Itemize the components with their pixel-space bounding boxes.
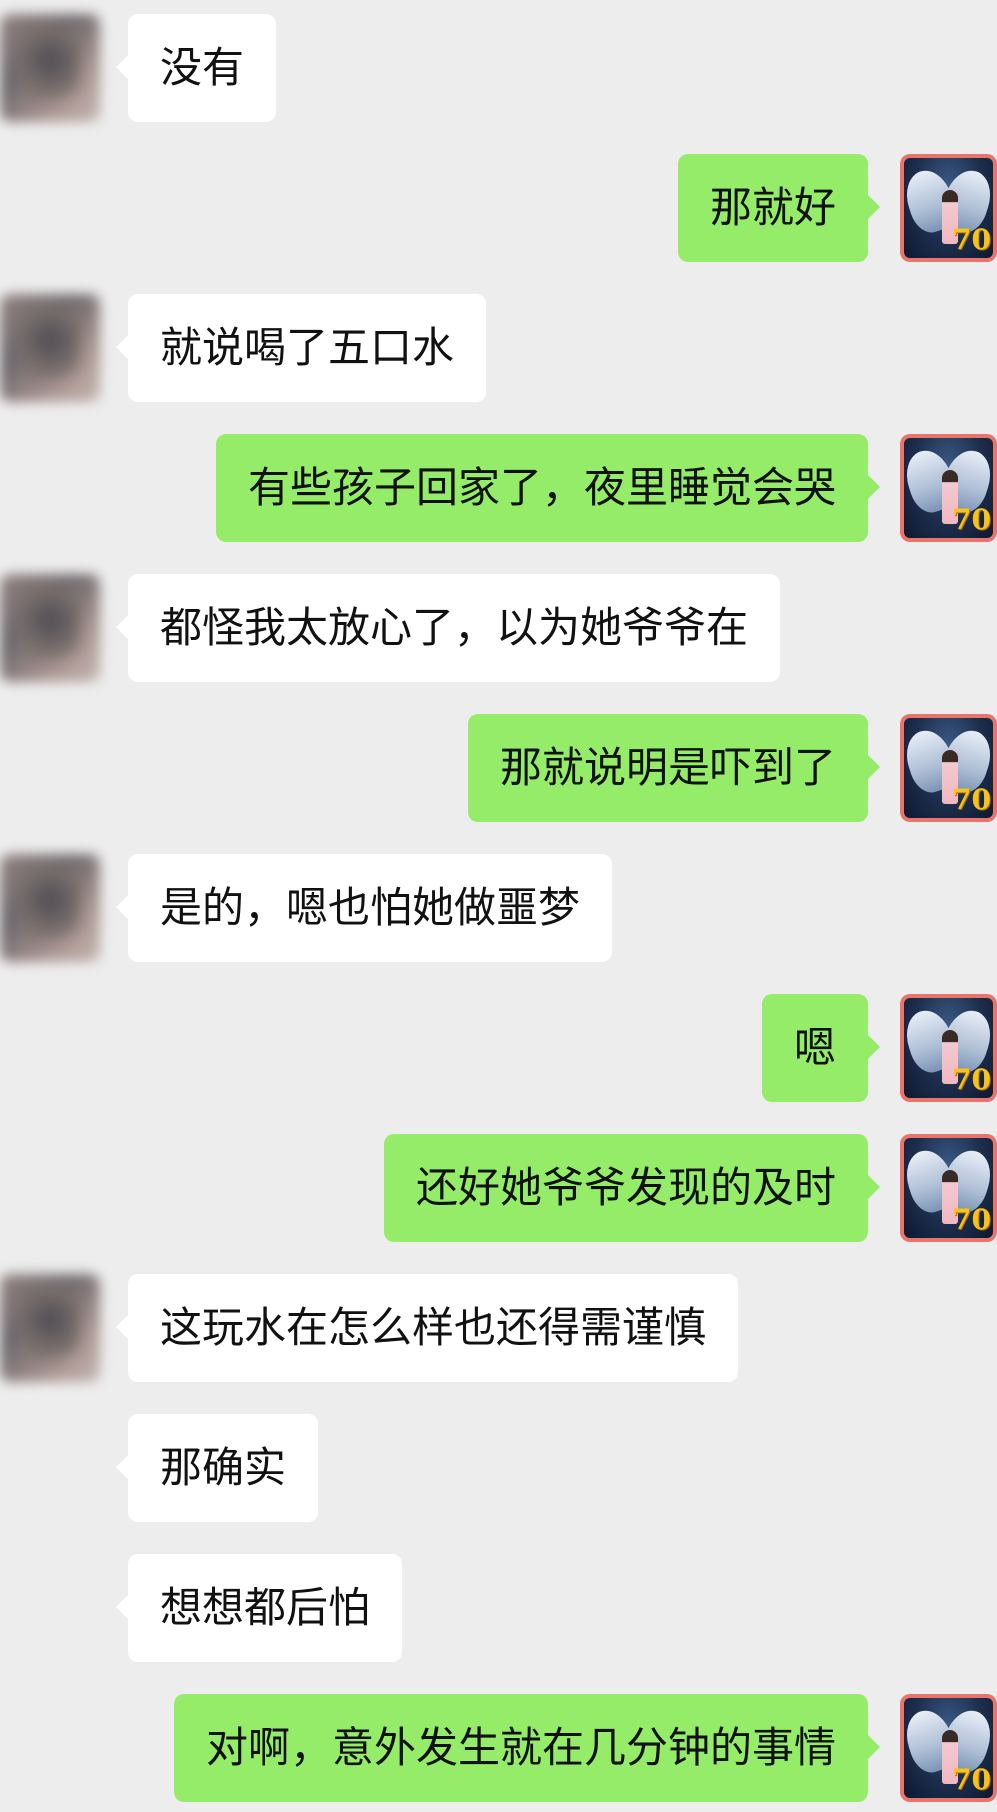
contact-avatar-blurred[interactable] [0, 14, 100, 122]
avatar-badge: 70 [952, 223, 991, 256]
message-row-received: 这玩水在怎么样也还得需谨慎 [0, 1274, 997, 1382]
message-bubble-received[interactable]: 想想都后怕 [115, 1554, 403, 1662]
avatar-badge: 70 [952, 1763, 991, 1796]
message-row-received: 就说喝了五口水 [0, 294, 997, 402]
message-row-received: 是的，嗯也怕她做噩梦 [0, 854, 997, 962]
message-row-received: 没有 [0, 14, 997, 122]
message-bubble-sent[interactable]: 那就说明是吓到了 [467, 714, 881, 822]
message-row-sent: 还好她爷爷发现的及时 70 [0, 1134, 997, 1242]
angel-wings-avatar-icon[interactable]: 70 [900, 994, 997, 1102]
message-row-sent: 有些孩子回家了，夜里睡觉会哭 70 [0, 434, 997, 542]
message-bubble-received[interactable]: 这玩水在怎么样也还得需谨慎 [115, 1274, 739, 1382]
message-bubble-received[interactable]: 是的，嗯也怕她做噩梦 [115, 854, 613, 962]
angel-wings-avatar-icon[interactable]: 70 [900, 434, 997, 542]
message-bubble-received[interactable]: 没有 [115, 14, 277, 122]
message-bubble-received[interactable]: 就说喝了五口水 [115, 294, 487, 402]
avatar-badge: 70 [952, 1203, 991, 1236]
message-bubble-received[interactable]: 那确实 [115, 1414, 319, 1522]
message-row-sent: 那就说明是吓到了 70 [0, 714, 997, 822]
contact-avatar-blurred[interactable] [0, 294, 100, 402]
message-row-received: 都怪我太放心了，以为她爷爷在 [0, 574, 997, 682]
contact-avatar-blurred[interactable] [0, 854, 100, 962]
avatar-badge: 70 [952, 1063, 991, 1096]
avatar-badge: 70 [952, 783, 991, 816]
angel-wings-avatar-icon[interactable]: 70 [900, 714, 997, 822]
chat-message-list: 没有 那就好 70 就说喝了五口水 有些孩子回家了，夜里睡觉会哭 70 都怪我太… [0, 0, 997, 1812]
message-bubble-received[interactable]: 都怪我太放心了，以为她爷爷在 [115, 574, 781, 682]
contact-avatar-blurred[interactable] [0, 1274, 100, 1382]
message-bubble-sent[interactable]: 那就好 [677, 154, 881, 262]
message-row-received: 那确实 [0, 1414, 997, 1522]
angel-wings-avatar-icon[interactable]: 70 [900, 154, 997, 262]
avatar-badge: 70 [952, 503, 991, 536]
angel-wings-avatar-icon[interactable]: 70 [900, 1134, 997, 1242]
message-row-received: 想想都后怕 [0, 1554, 997, 1662]
message-row-sent: 对啊，意外发生就在几分钟的事情 70 [0, 1694, 997, 1802]
message-bubble-sent[interactable]: 嗯 [761, 994, 881, 1102]
message-bubble-sent[interactable]: 还好她爷爷发现的及时 [383, 1134, 881, 1242]
message-bubble-sent[interactable]: 有些孩子回家了，夜里睡觉会哭 [215, 434, 881, 542]
contact-avatar-blurred[interactable] [0, 574, 100, 682]
angel-wings-avatar-icon[interactable]: 70 [900, 1694, 997, 1802]
message-bubble-sent[interactable]: 对啊，意外发生就在几分钟的事情 [173, 1694, 881, 1802]
message-row-sent: 嗯 70 [0, 994, 997, 1102]
message-row-sent: 那就好 70 [0, 154, 997, 262]
